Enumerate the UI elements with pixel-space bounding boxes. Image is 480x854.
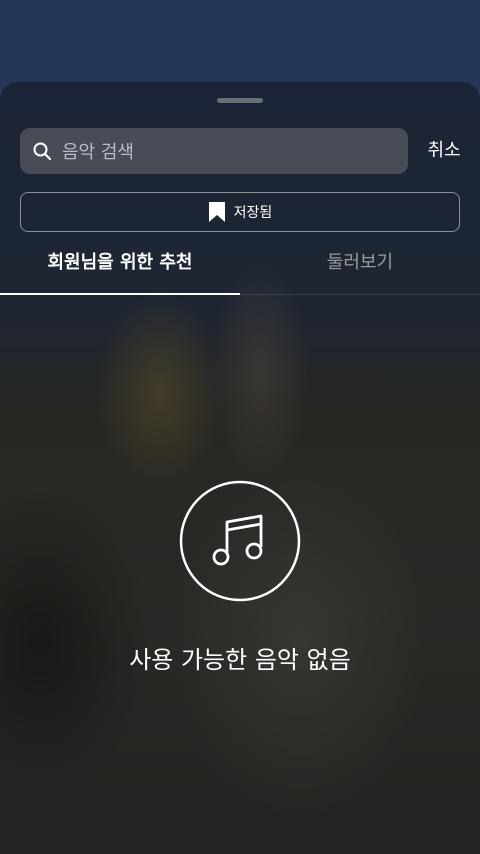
screen: 음악 검색 취소 저장됨 회원님을 위한 추천 둘러보기 사용 가능한 음악 없… (0, 0, 480, 854)
tab-browse[interactable]: 둘러보기 (240, 242, 480, 294)
saved-button-label: 저장됨 (233, 205, 273, 221)
search-placeholder: 음악 검색 (62, 142, 134, 163)
active-tab-indicator (0, 293, 240, 295)
empty-state-message: 사용 가능한 음악 없음 (129, 646, 351, 674)
search-icon (32, 141, 52, 161)
tab-recommended[interactable]: 회원님을 위한 추천 (0, 242, 240, 294)
saved-button[interactable]: 저장됨 (20, 192, 460, 232)
bookmark-icon (208, 202, 225, 222)
music-note-icon (179, 480, 301, 602)
drag-handle[interactable] (217, 98, 263, 103)
search-input[interactable]: 음악 검색 (20, 128, 408, 174)
cancel-button[interactable]: 취소 (418, 138, 470, 164)
tab-bar: 회원님을 위한 추천 둘러보기 (0, 242, 480, 295)
music-picker-sheet: 음악 검색 취소 저장됨 회원님을 위한 추천 둘러보기 사용 가능한 음악 없… (0, 82, 480, 854)
